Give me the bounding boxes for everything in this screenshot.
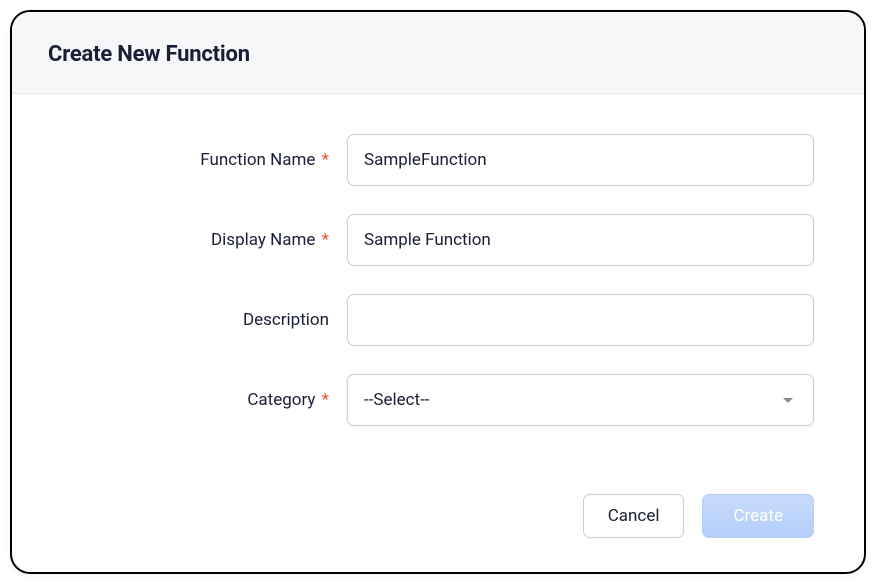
label-text: Category	[247, 390, 315, 410]
description-label: Description	[62, 310, 347, 330]
category-selected-value: --Select--	[364, 390, 430, 410]
modal-footer: Cancel Create	[12, 484, 864, 572]
display-name-label: Display Name *	[62, 230, 347, 250]
create-button[interactable]: Create	[702, 494, 814, 538]
required-indicator: *	[322, 390, 329, 410]
description-input[interactable]	[347, 294, 814, 346]
cancel-button[interactable]: Cancel	[583, 494, 685, 538]
modal-body: Function Name * Display Name * Descripti…	[12, 94, 864, 484]
label-text: Display Name	[211, 230, 315, 250]
modal-header: Create New Function	[12, 12, 864, 94]
form-row-function-name: Function Name *	[62, 134, 814, 186]
required-indicator: *	[322, 150, 329, 170]
form-row-description: Description	[62, 294, 814, 346]
form-row-category: Category * --Select--	[62, 374, 814, 426]
label-text: Description	[243, 310, 329, 330]
label-text: Function Name	[200, 150, 315, 170]
display-name-input[interactable]	[347, 214, 814, 266]
create-function-modal: Create New Function Function Name * Disp…	[10, 10, 866, 574]
chevron-down-icon	[783, 398, 793, 403]
category-label: Category *	[62, 390, 347, 410]
form-row-display-name: Display Name *	[62, 214, 814, 266]
required-indicator: *	[322, 230, 329, 250]
modal-title: Create New Function	[48, 42, 828, 67]
function-name-label: Function Name *	[62, 150, 347, 170]
category-select[interactable]: --Select--	[347, 374, 814, 426]
function-name-input[interactable]	[347, 134, 814, 186]
